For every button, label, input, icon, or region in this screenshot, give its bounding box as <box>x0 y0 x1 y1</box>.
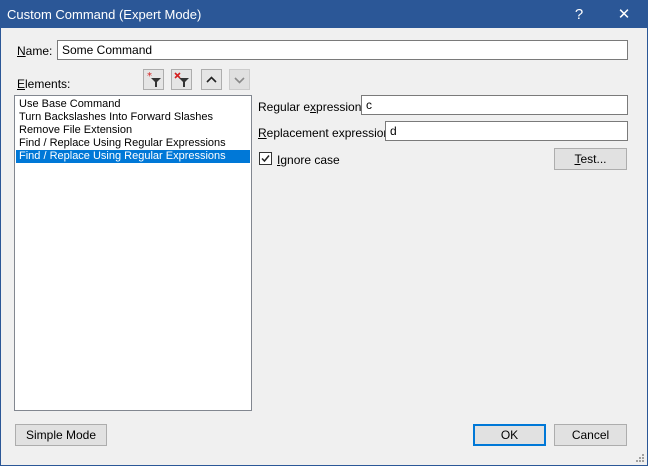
ignore-case-checkbox[interactable] <box>259 152 272 165</box>
ok-button[interactable]: OK <box>473 424 546 446</box>
title-bar: Custom Command (Expert Mode) ? ✕ <box>1 1 647 28</box>
name-input[interactable]: Some Command <box>57 40 628 60</box>
list-item-selected[interactable]: Find / Replace Using Regular Expressions <box>16 150 250 163</box>
move-up-icon <box>206 76 217 83</box>
replacement-label: Replacement expression: <box>258 126 394 140</box>
add-filter-icon: * <box>147 71 161 87</box>
test-button[interactable]: Test... <box>554 148 627 170</box>
add-filter-button[interactable]: * <box>143 69 164 90</box>
simple-mode-button[interactable]: Simple Mode <box>15 424 107 446</box>
help-button[interactable]: ? <box>556 1 602 28</box>
elements-label: Elements: <box>17 77 71 91</box>
list-item[interactable]: Remove File Extension <box>16 124 250 137</box>
close-button[interactable]: ✕ <box>601 1 647 28</box>
custom-command-dialog: Custom Command (Expert Mode) ? ✕ Name: S… <box>0 0 648 466</box>
name-label: Name: <box>17 44 53 58</box>
regex-input[interactable]: c <box>361 95 628 115</box>
move-up-button[interactable] <box>201 69 222 90</box>
move-down-button[interactable] <box>229 69 250 90</box>
list-item[interactable]: Turn Backslashes Into Forward Slashes <box>16 111 250 124</box>
elements-list[interactable]: Use Base Command Turn Backslashes Into F… <box>14 95 252 411</box>
replacement-input[interactable]: d <box>385 121 628 141</box>
remove-filter-button[interactable] <box>171 69 192 90</box>
cancel-button[interactable]: Cancel <box>554 424 627 446</box>
move-down-icon <box>234 77 245 84</box>
checkmark-icon <box>261 155 270 163</box>
list-item[interactable]: Use Base Command <box>16 98 250 111</box>
remove-filter-icon <box>174 72 189 87</box>
svg-text:*: * <box>147 71 152 82</box>
regex-label: Regular expression: <box>258 100 365 114</box>
ignore-case-label[interactable]: Ignore case <box>277 153 340 167</box>
list-item[interactable]: Find / Replace Using Regular Expressions <box>16 137 250 150</box>
window-title: Custom Command (Expert Mode) <box>7 7 202 22</box>
resize-grip-icon[interactable] <box>635 453 645 463</box>
